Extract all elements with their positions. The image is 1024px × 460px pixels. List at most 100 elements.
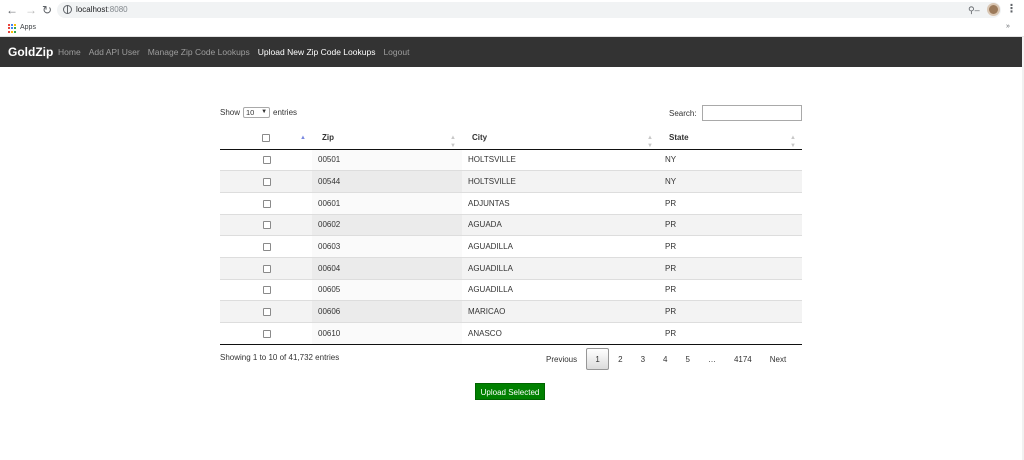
last-page-button[interactable]: 4174 (725, 348, 761, 370)
nav-link-home[interactable]: Home (58, 37, 81, 67)
row-checkbox[interactable] (263, 308, 271, 317)
zip-cell: 00604 (312, 256, 462, 280)
page-button[interactable]: 2 (609, 348, 631, 370)
apps-bookmark[interactable]: Apps (20, 23, 36, 33)
zip-cell: 00610 (312, 322, 462, 345)
page-button[interactable]: 3 (632, 348, 654, 370)
row-checkbox[interactable] (263, 156, 271, 165)
apps-grid-icon[interactable] (8, 24, 17, 33)
row-checkbox[interactable] (263, 177, 271, 186)
row-checkbox[interactable] (263, 286, 271, 295)
profile-avatar[interactable] (987, 3, 1000, 16)
bookmarks-bar: Apps » (0, 21, 1024, 36)
zip-code-table: ▲ Zip ▲ ▼ City ▲ ▼ State ▲ ▼ 00501 HOLTSVILLE NY… (220, 127, 802, 345)
state-cell: PR (659, 235, 802, 258)
table-row[interactable]: 00605 AGUADILLA PR (220, 278, 802, 301)
row-select-cell (220, 191, 312, 215)
browser-toolbar: ← → ↻ localhost:8080 ⚲– ⋮ (0, 0, 1024, 21)
search-input[interactable] (702, 105, 802, 121)
row-select-cell (220, 278, 312, 301)
table-header-row: ▲ Zip ▲ ▼ City ▲ ▼ State ▲ ▼ (220, 127, 802, 150)
nav-link-add-api-user[interactable]: Add API User (89, 37, 140, 67)
table-controls: Show 10 ▼ entries Search: (220, 104, 802, 122)
table-info: Showing 1 to 10 of 41,732 entries (220, 353, 340, 362)
zip-header-label: Zip (322, 133, 334, 143)
state-cell: NY (659, 170, 802, 193)
bookmarks-overflow-icon[interactable]: » (1006, 22, 1010, 32)
state-cell: PR (659, 213, 802, 236)
sort-both-icon: ▲ ▼ (790, 135, 796, 149)
table-row[interactable]: 00544 HOLTSVILLE NY (220, 170, 802, 193)
city-cell: AGUADA (462, 213, 659, 236)
table-row[interactable]: 00603 AGUADILLA PR (220, 235, 802, 258)
zip-cell: 00606 (312, 300, 462, 323)
table-row[interactable]: 00602 AGUADA PR (220, 213, 802, 236)
row-select-cell (220, 256, 312, 280)
page-length-value: 10 (246, 108, 255, 117)
row-select-cell (220, 300, 312, 323)
city-cell: AGUADILLA (462, 256, 659, 280)
page-button-current[interactable]: 1 (586, 348, 610, 370)
city-cell: HOLTSVILLE (462, 170, 659, 193)
search-label: Search: (669, 109, 697, 118)
dropdown-caret-icon: ▼ (261, 109, 268, 115)
row-select-cell (220, 235, 312, 258)
zip-cell: 00603 (312, 235, 462, 258)
row-select-cell (220, 213, 312, 236)
row-checkbox[interactable] (263, 221, 271, 230)
pagination: Previous 1 2 3 4 5 … 4174 Next (537, 348, 795, 370)
table-row[interactable]: 00601 ADJUNTAS PR (220, 191, 802, 215)
back-arrow-icon[interactable]: ← (5, 3, 19, 17)
select-all-checkbox[interactable] (262, 134, 270, 143)
table-row[interactable]: 00604 AGUADILLA PR (220, 256, 802, 280)
pagination-ellipsis: … (707, 355, 716, 364)
city-column-header[interactable]: City ▲ ▼ (462, 127, 659, 150)
nav-link-logout[interactable]: Logout (383, 37, 409, 67)
state-column-header[interactable]: State ▲ ▼ (659, 127, 802, 150)
url-text: localhost:8080 (76, 4, 128, 15)
more-menu-icon[interactable]: ⋮ (1006, 2, 1017, 16)
entries-label: entries (273, 107, 298, 117)
next-page-button[interactable]: Next (761, 348, 795, 370)
table-row[interactable]: 00501 HOLTSVILLE NY (220, 149, 802, 171)
row-checkbox[interactable] (263, 329, 271, 338)
state-cell: PR (659, 256, 802, 280)
forward-arrow-icon[interactable]: → (24, 3, 38, 17)
nav-link-manage-zip-code-lookups[interactable]: Manage Zip Code Lookups (148, 37, 250, 67)
table-row[interactable]: 00606 MARICAO PR (220, 300, 802, 323)
zip-cell: 00601 (312, 191, 462, 215)
state-cell: PR (659, 191, 802, 215)
previous-page-button[interactable]: Previous (537, 348, 586, 370)
brand-logo[interactable]: GoldZip (8, 37, 53, 67)
reload-icon[interactable]: ↻ (40, 3, 54, 17)
address-bar[interactable]: localhost:8080 (57, 2, 1001, 18)
zip-column-header[interactable]: Zip ▲ ▼ (312, 127, 462, 150)
row-select-cell (220, 322, 312, 345)
sort-both-icon: ▲ ▼ (450, 135, 456, 149)
select-all-header[interactable]: ▲ (220, 127, 312, 150)
city-cell: ANASCO (462, 322, 659, 345)
upload-selected-button[interactable]: Upload Selected (475, 383, 545, 400)
state-cell: NY (665, 155, 677, 165)
page-button[interactable]: 5 (676, 348, 698, 370)
browser-chrome: ← → ↻ localhost:8080 ⚲– ⋮ Apps » (0, 0, 1024, 37)
page-button[interactable]: 4 (654, 348, 676, 370)
zip-cell: 00501 (312, 149, 462, 171)
nav-link-upload-new-zip-code-lookups[interactable]: Upload New Zip Code Lookups (258, 37, 376, 67)
sort-asc-icon: ▲ (300, 135, 306, 141)
sort-both-icon: ▲ ▼ (647, 135, 653, 149)
key-icon[interactable]: ⚲– (968, 5, 980, 15)
row-checkbox[interactable] (263, 264, 271, 273)
state-cell: PR (659, 322, 802, 345)
show-label: Show (220, 107, 241, 117)
nav-links: Home Add API User Manage Zip Code Lookup… (58, 37, 417, 67)
app-navbar: GoldZip Home Add API User Manage Zip Cod… (0, 37, 1022, 67)
table-row[interactable]: 00610 ANASCO PR (220, 322, 802, 345)
row-checkbox[interactable] (263, 242, 271, 251)
city-cell: ADJUNTAS (462, 191, 659, 215)
page-length-select[interactable]: 10 ▼ (243, 107, 271, 118)
row-select-cell (220, 170, 312, 193)
city-cell: AGUADILLA (462, 235, 659, 258)
globe-icon (63, 5, 72, 14)
row-checkbox[interactable] (263, 199, 271, 208)
